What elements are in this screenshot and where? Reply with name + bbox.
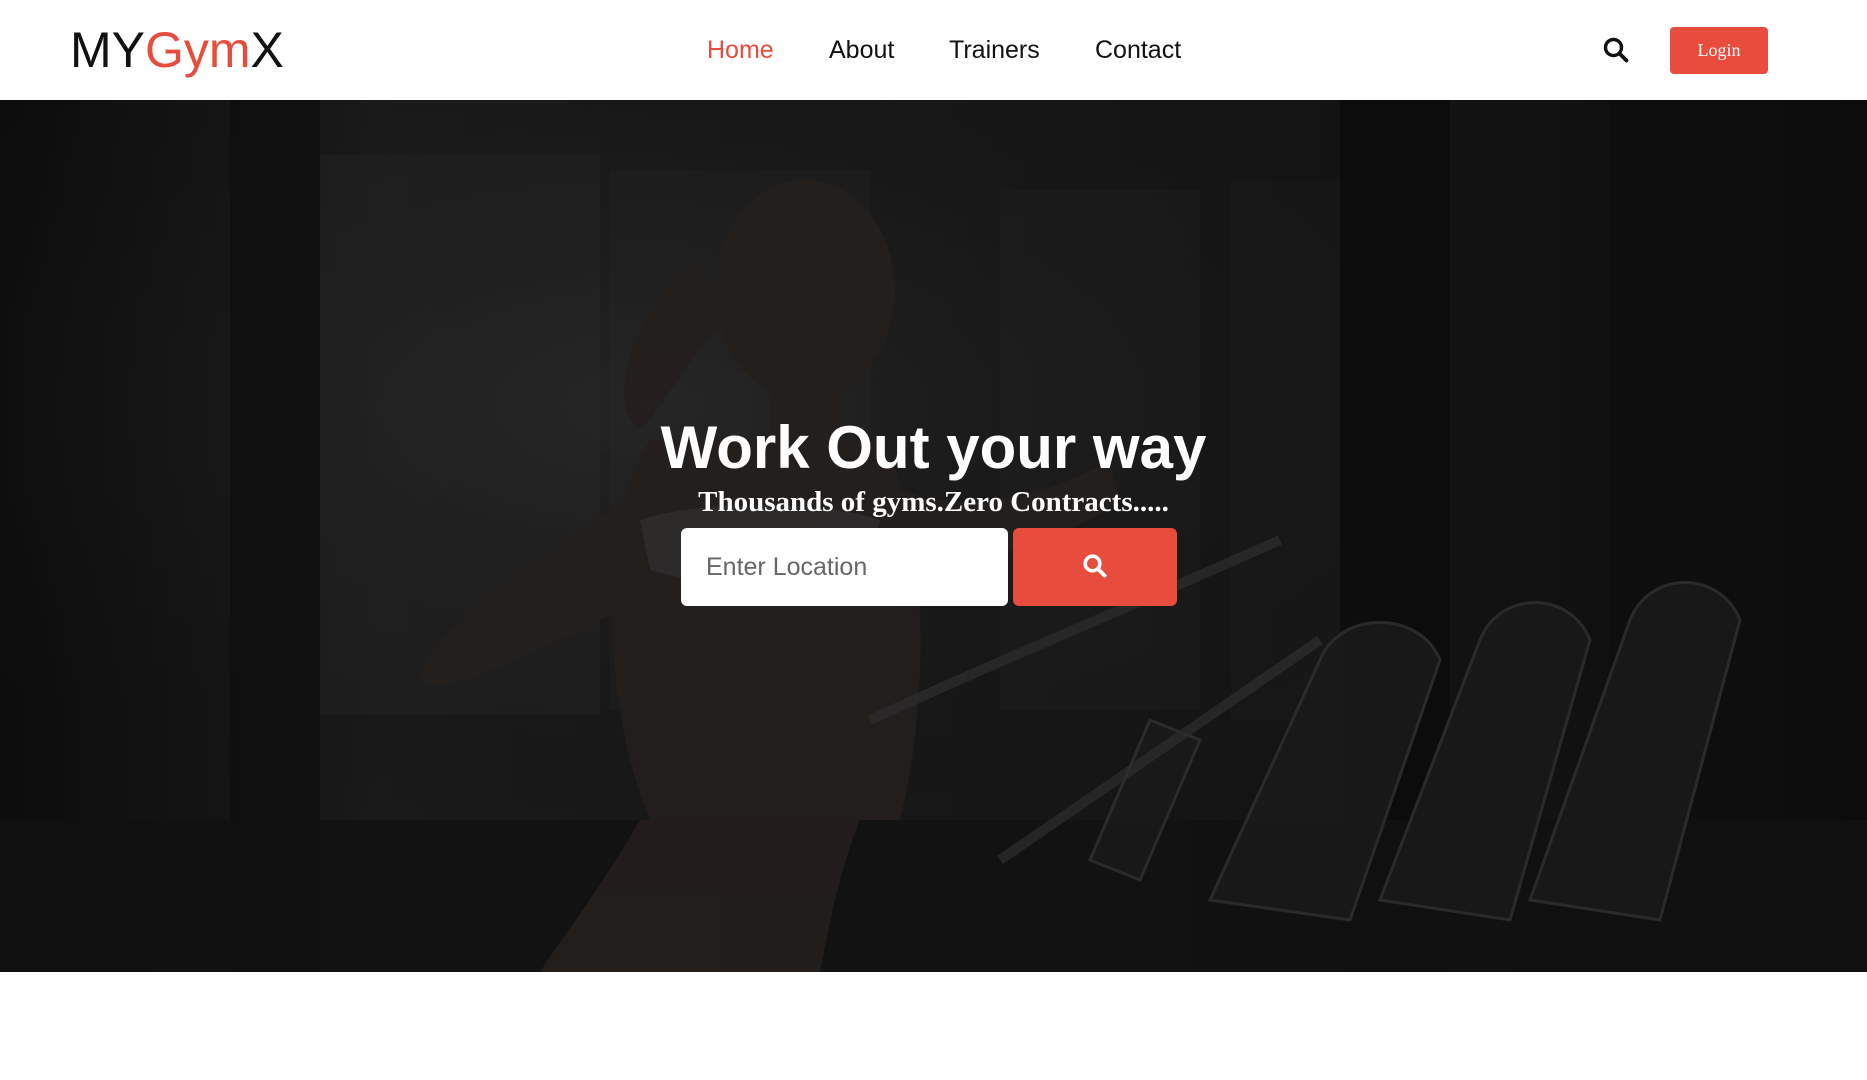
nav-link-about[interactable]: About — [829, 34, 894, 66]
hero-subtitle: Thousands of gyms.Zero Contracts..... — [698, 486, 1169, 518]
hero-section: Work Out your way Thousands of gyms.Zero… — [0, 100, 1867, 972]
hero-title: Work Out your way — [660, 414, 1207, 482]
nav-link-trainers[interactable]: Trainers — [949, 34, 1040, 66]
nav-link-contact[interactable]: Contact — [1095, 34, 1181, 66]
nav-link-home[interactable]: Home — [707, 34, 774, 66]
search-icon — [1082, 553, 1108, 582]
logo-accent: Gym — [145, 22, 251, 78]
logo-suffix: X — [250, 22, 284, 78]
top-navbar: MYGymX Home About Trainers Contact Login — [0, 0, 1867, 100]
location-search-button[interactable] — [1013, 528, 1177, 606]
search-icon[interactable] — [1602, 36, 1630, 64]
login-button[interactable]: Login — [1670, 27, 1768, 74]
logo-prefix: MY — [70, 22, 145, 78]
brand-logo[interactable]: MYGymX — [70, 21, 284, 79]
location-input[interactable] — [681, 528, 1008, 606]
